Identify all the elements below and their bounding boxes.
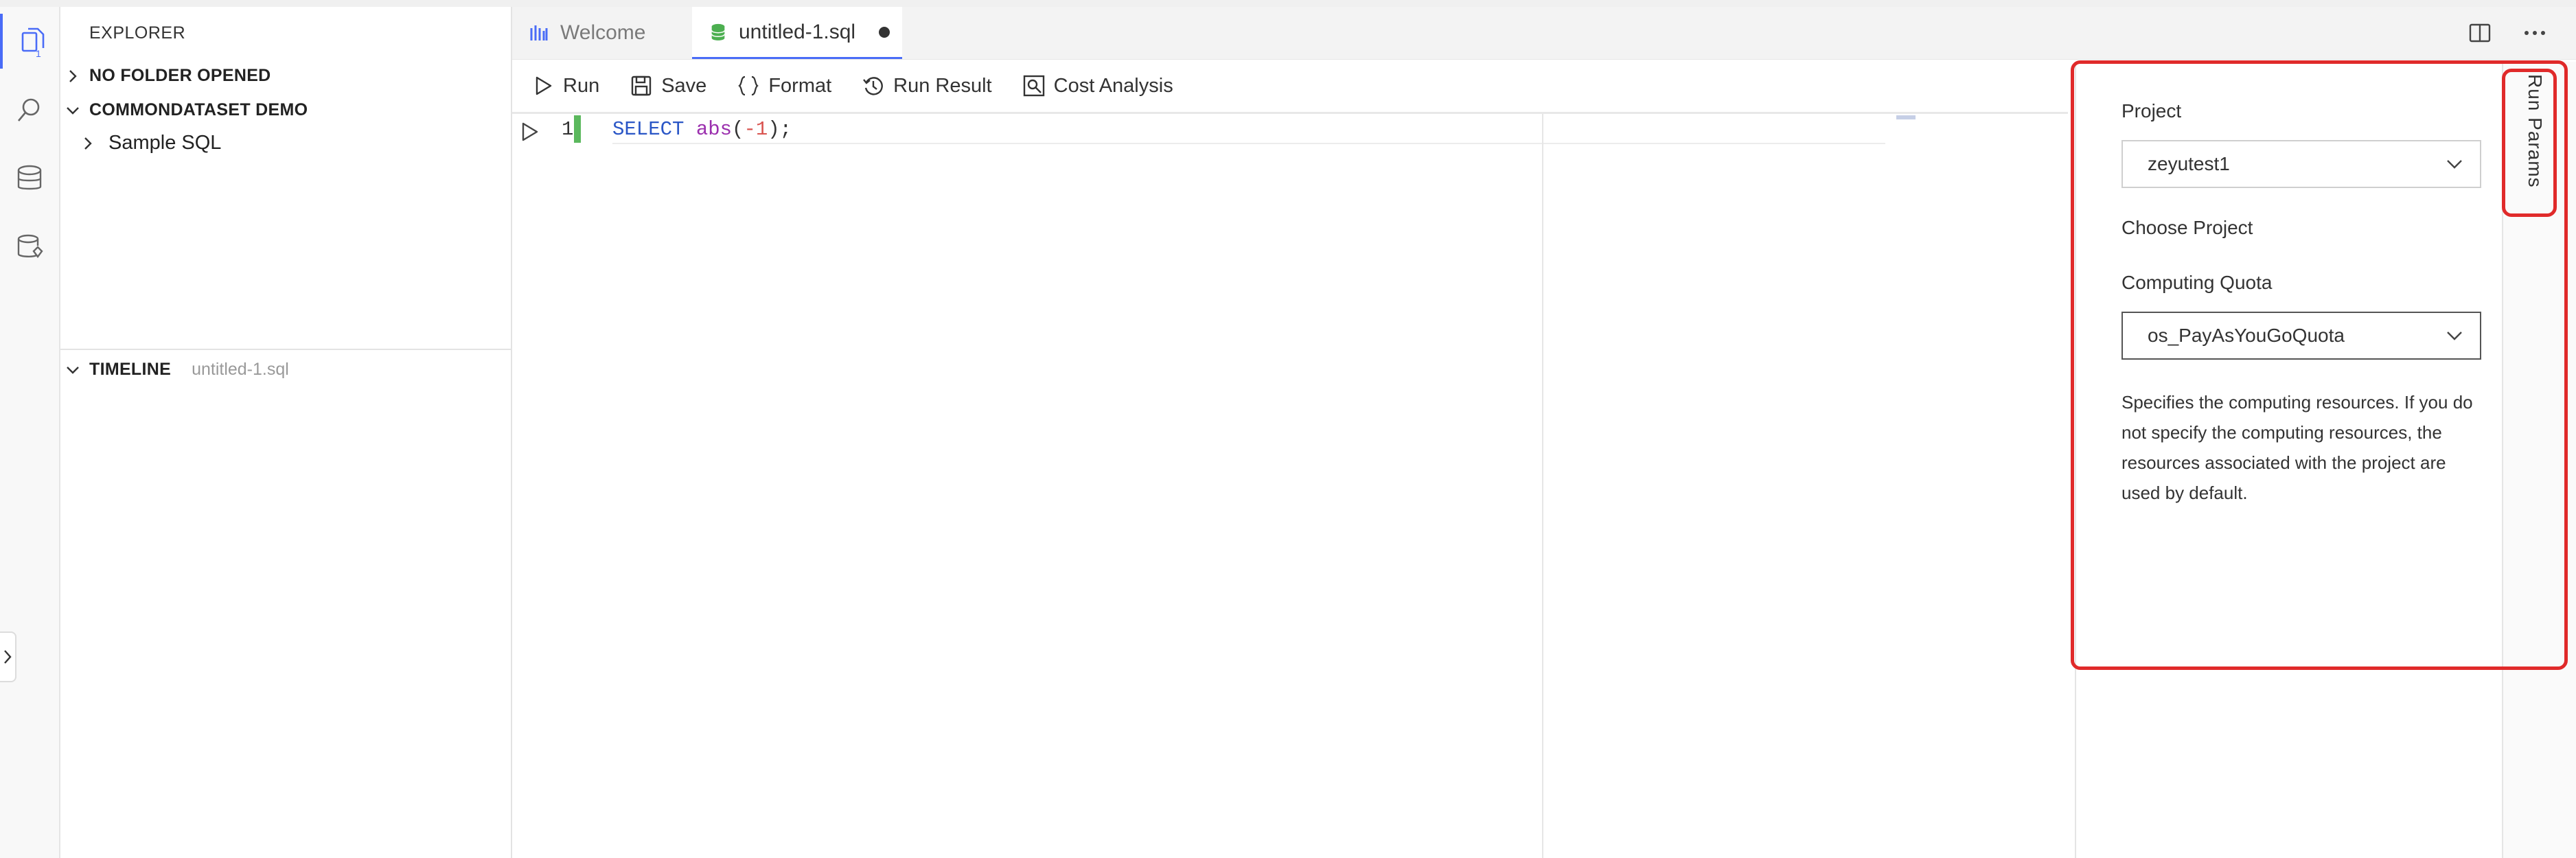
explorer-sidebar: EXPLORER NO FOLDER OPENED COMMONDATASET … <box>60 7 512 858</box>
project-select[interactable]: zeyutest1 <box>2121 140 2481 188</box>
code-line[interactable]: SELECT abs(-1); <box>612 118 792 141</box>
code-number: -1 <box>744 118 768 141</box>
files-icon <box>21 27 45 52</box>
explorer-title: EXPLORER <box>89 23 186 43</box>
sample-sql-label: Sample SQL <box>108 132 222 154</box>
app-window: 1 EXPLORER NO FOLDER OPENED COMMONDATASE… <box>0 0 2576 858</box>
line-number: 1 <box>562 118 574 141</box>
chevron-right-icon <box>69 69 77 82</box>
format-label: Format <box>768 74 832 97</box>
project-label: Project <box>2121 100 2182 121</box>
run-result-button[interactable]: Run Result <box>862 74 992 97</box>
code-close: ); <box>768 118 792 141</box>
explorer-activity-button[interactable]: 1 <box>0 14 62 69</box>
explorer-badge: 1 <box>36 48 41 59</box>
dataset-icon <box>17 234 43 258</box>
search-icon <box>18 98 40 121</box>
run-label: Run <box>563 74 600 97</box>
analysis-icon <box>1023 75 1044 97</box>
format-button[interactable]: Format <box>737 74 831 97</box>
save-label: Save <box>661 74 707 97</box>
project-value: zeyutest1 <box>2148 153 2230 174</box>
code-open-paren: ( <box>732 118 744 141</box>
minimap-line[interactable] <box>1896 115 1916 119</box>
save-button[interactable]: Save <box>630 74 706 97</box>
modified-line-marker <box>574 115 581 143</box>
code-editor[interactable]: 1 SELECT abs(-1); <box>512 114 2056 858</box>
tab-untitled-label: untitled-1.sql <box>739 20 856 43</box>
editor-toolbar: Run Save Format Run Result Cost Analysis <box>512 62 2068 110</box>
save-icon <box>632 76 652 96</box>
run-params-side-tab[interactable]: Run Params <box>2502 62 2576 858</box>
sidebar-expand-handle[interactable] <box>0 631 16 682</box>
more-actions-icon[interactable] <box>2521 19 2549 47</box>
no-folder-section[interactable]: NO FOLDER OPENED <box>65 66 271 86</box>
run-result-label: Run Result <box>893 74 992 97</box>
run-button[interactable]: Run <box>531 74 599 97</box>
chevron-down-icon <box>67 366 79 374</box>
run-params-tab-label: Run Params <box>2525 74 2546 188</box>
quota-select[interactable]: os_PayAsYouGoQuota <box>2121 312 2481 360</box>
code-function: abs <box>695 118 733 141</box>
editor-scrollbar-track[interactable] <box>1542 114 1543 858</box>
editor-tab-bar: Welcome untitled-1.sql <box>512 7 2576 60</box>
current-line-highlight <box>612 114 1885 144</box>
run-params-panel: Project zeyutest1 Choose Project Computi… <box>2075 62 2503 858</box>
database-icon <box>17 165 42 190</box>
chevron-down-icon <box>2447 160 2462 169</box>
demo-section[interactable]: COMMONDATASET DEMO <box>65 100 308 120</box>
chevron-down-icon <box>2447 332 2462 340</box>
cost-analysis-label: Cost Analysis <box>1053 74 1173 97</box>
sidebar-divider <box>60 349 511 350</box>
demo-section-label: COMMONDATASET DEMO <box>89 100 308 119</box>
cost-analysis-button[interactable]: Cost Analysis <box>1022 74 1173 97</box>
history-icon <box>863 77 884 95</box>
tab-welcome-label: Welcome <box>560 21 646 44</box>
database-icon <box>711 23 726 40</box>
unsaved-dot-icon[interactable] <box>879 26 890 38</box>
chevron-right-icon <box>84 137 92 150</box>
quota-label: Computing Quota <box>2121 272 2273 293</box>
quota-help-text: Specifies the computing resources. If yo… <box>2121 392 2473 503</box>
tab-welcome[interactable]: Welcome <box>512 7 692 59</box>
sample-sql-item[interactable]: Sample SQL <box>80 132 221 154</box>
braces-icon <box>738 76 759 96</box>
timeline-label: TIMELINE <box>89 360 172 379</box>
logo-icon <box>530 25 548 40</box>
quota-value: os_PayAsYouGoQuota <box>2148 325 2345 346</box>
tab-untitled-sql[interactable]: untitled-1.sql <box>692 7 902 59</box>
chevron-down-icon <box>67 106 79 115</box>
split-editor-icon[interactable] <box>2466 19 2494 47</box>
timeline-file: untitled-1.sql <box>192 360 289 379</box>
search-activity-button[interactable] <box>0 82 59 137</box>
dataset-activity-button[interactable] <box>0 220 59 275</box>
activity-bar: 1 <box>0 7 60 858</box>
tab-actions <box>2466 19 2549 47</box>
no-folder-label: NO FOLDER OPENED <box>89 66 271 85</box>
code-keyword: SELECT <box>612 118 685 141</box>
timeline-section[interactable]: TIMELINE untitled-1.sql <box>65 360 289 380</box>
chevron-right-icon <box>4 650 12 664</box>
database-activity-button[interactable] <box>0 151 59 206</box>
run-line-icon[interactable] <box>518 119 542 144</box>
project-help: Choose Project <box>2121 217 2253 238</box>
play-icon <box>536 76 552 95</box>
